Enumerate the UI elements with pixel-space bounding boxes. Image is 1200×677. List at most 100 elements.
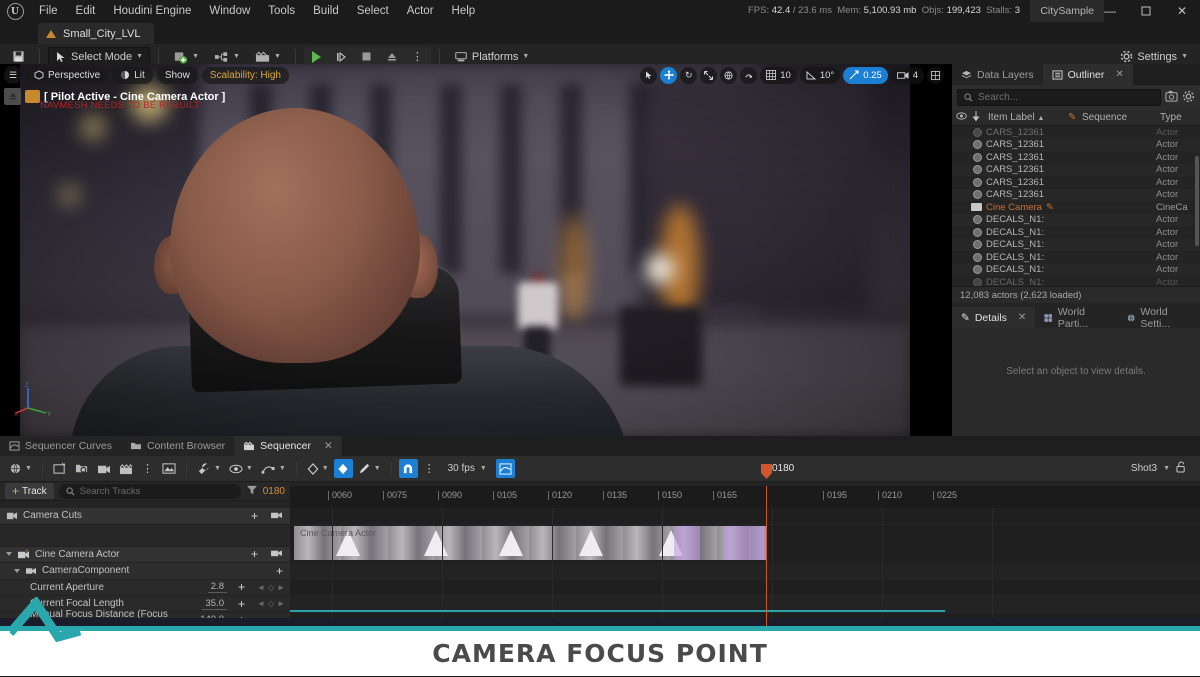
menu-edit[interactable]: Edit <box>67 0 105 22</box>
menu-build[interactable]: Build <box>304 0 348 22</box>
eject-pilot-button[interactable] <box>4 88 21 105</box>
list-item[interactable]: CARS_12361 Actor <box>952 151 1200 164</box>
menu-tools[interactable]: Tools <box>259 0 304 22</box>
actions-wrench-button[interactable]: ▼ <box>194 459 224 478</box>
column-item-label[interactable]: Item Label ▲ <box>984 112 1064 123</box>
list-item[interactable]: CARS_12361 Actor <box>952 164 1200 177</box>
track-camera-component[interactable]: CameraComponent + <box>0 563 290 580</box>
track-value[interactable]: 35.0 <box>202 598 227 610</box>
filter-icon[interactable] <box>246 485 258 498</box>
tab-sequencer-curves[interactable]: Sequencer Curves <box>0 436 121 456</box>
move-tool-icon[interactable] <box>660 67 677 84</box>
timeline-ruler[interactable]: 0060 0075 0090 0105 0120 0135 0150 0165 … <box>290 486 1200 508</box>
list-item-cine-camera[interactable]: Cine Camera ✎ CineCa <box>952 201 1200 214</box>
menu-actor[interactable]: Actor <box>398 0 443 22</box>
outliner-scrollbar[interactable] <box>1195 156 1199 246</box>
level-viewport[interactable]: ☰ Perspective Lit Show Scalability: High <box>0 64 952 436</box>
camera-speed-group[interactable]: 4 <box>891 67 924 84</box>
auto-key-button[interactable] <box>334 459 353 478</box>
list-item[interactable]: DECALS_N1: Actor <box>952 251 1200 264</box>
sequencer-options-button[interactable]: ⋮ <box>138 459 157 478</box>
scale-snap-group[interactable]: 0.25 <box>843 67 888 84</box>
track-cine-camera-actor[interactable]: Cine Camera Actor + <box>0 547 290 564</box>
menu-file[interactable]: File <box>30 0 67 22</box>
list-item[interactable]: DECALS_N1: Actor <box>952 226 1200 239</box>
list-item[interactable]: DECALS_N1: Actor <box>952 239 1200 252</box>
menu-select[interactable]: Select <box>348 0 398 22</box>
level-tab[interactable]: Small_City_LVL <box>38 23 154 44</box>
list-item[interactable]: CARS_12361 Actor <box>952 189 1200 202</box>
outliner-search-input[interactable]: Search... <box>957 89 1161 106</box>
snap-options-button[interactable]: ⋮ <box>420 459 439 478</box>
menu-window[interactable]: Window <box>200 0 259 22</box>
menu-help[interactable]: Help <box>443 0 485 22</box>
lock-open-icon[interactable] <box>1176 461 1186 476</box>
tab-content-browser[interactable]: Content Browser <box>121 436 234 456</box>
find-in-content-browser-button[interactable] <box>72 459 92 478</box>
add-property-icon[interactable]: + <box>276 564 283 578</box>
lit-button[interactable]: Lit <box>112 67 153 84</box>
shot-label[interactable]: Shot3 <box>1131 463 1157 474</box>
key-navigation[interactable]: ◄◇► <box>257 583 285 592</box>
viewport-layout-icon[interactable] <box>927 67 944 84</box>
list-item[interactable]: DECALS_N1: Actor <box>952 214 1200 227</box>
list-item[interactable]: DECALS_N1: Actor <box>952 264 1200 277</box>
grid-snap-group[interactable]: 10 <box>760 67 797 84</box>
scalability-button[interactable]: Scalability: High <box>202 67 289 84</box>
close-outliner-icon[interactable]: ✕ <box>1115 69 1123 80</box>
playhead[interactable]: 0180 <box>766 486 767 626</box>
add-camera-cut-icon[interactable]: + <box>251 509 258 523</box>
visibility-column-icon[interactable] <box>952 112 968 123</box>
current-frame-value[interactable]: 0180 <box>263 486 285 497</box>
track-camera-icon[interactable] <box>270 547 283 561</box>
close-sequencer-icon[interactable]: ✕ <box>324 440 333 452</box>
surface-snap-icon[interactable] <box>740 67 757 84</box>
render-movie-button[interactable] <box>159 459 179 478</box>
curve-editor-button[interactable] <box>496 459 515 478</box>
unreal-logo-icon[interactable]: U <box>0 0 30 22</box>
fps-dropdown[interactable]: 30 fps ▼ <box>441 459 494 478</box>
camera-cut-button[interactable] <box>94 459 114 478</box>
show-button[interactable]: Show <box>157 67 198 84</box>
select-tool-icon[interactable] <box>640 67 657 84</box>
close-details-icon[interactable]: ✕ <box>1018 312 1026 323</box>
outliner-save-icon[interactable] <box>1165 90 1178 105</box>
add-key-icon[interactable]: + <box>238 580 245 594</box>
minimize-button[interactable]: — <box>1092 0 1128 22</box>
outliner-list[interactable]: CARS_12361 Actor CARS_12361 Actor CARS_1… <box>952 126 1200 286</box>
hamburger-icon[interactable]: ☰ <box>4 66 22 84</box>
column-sequence[interactable]: Sequence <box>1078 112 1156 123</box>
tab-data-layers[interactable]: Data Layers <box>952 64 1043 85</box>
list-item[interactable]: DECALS_N1: Actor <box>952 276 1200 286</box>
add-track-icon[interactable]: + <box>251 547 258 561</box>
clapperboard-button[interactable] <box>116 459 136 478</box>
tab-details[interactable]: ✎ Details ✕ <box>952 307 1035 328</box>
key-area-button[interactable]: ▼ <box>304 459 332 478</box>
track-value[interactable]: 2.8 <box>208 581 227 593</box>
outliner-settings-gear-icon[interactable] <box>1182 90 1195 106</box>
list-item[interactable]: CARS_12361 Actor <box>952 176 1200 189</box>
track-current-aperture[interactable]: Current Aperture 2.8 + ◄◇► <box>0 580 290 597</box>
column-type[interactable]: Type <box>1156 112 1200 123</box>
maximize-button[interactable] <box>1128 0 1164 22</box>
angle-snap-group[interactable]: 10° <box>800 67 840 84</box>
snap-magnet-button[interactable] <box>399 459 418 478</box>
tab-sequencer[interactable]: Sequencer ✕ <box>234 436 342 456</box>
track-camera-cuts[interactable]: Camera Cuts + <box>0 508 290 525</box>
world-space-icon[interactable] <box>720 67 737 84</box>
expand-arrow-icon-2[interactable] <box>14 569 20 573</box>
timeline-area[interactable]: 0060 0075 0090 0105 0120 0135 0150 0165 … <box>290 508 1200 626</box>
add-key-icon-2[interactable]: + <box>238 597 245 611</box>
tab-outliner[interactable]: Outliner ✕ <box>1043 64 1133 85</box>
add-track-button[interactable]: + Track <box>5 483 54 499</box>
world-sequence-icon[interactable]: ▼ <box>6 459 35 478</box>
camera-cut-options-icon[interactable] <box>270 509 283 523</box>
pin-column-icon[interactable] <box>968 111 984 124</box>
edit-key-button[interactable]: ▼ <box>355 459 384 478</box>
scale-tool-icon[interactable] <box>700 67 717 84</box>
tab-world-partition[interactable]: World Parti... <box>1035 307 1118 328</box>
expand-arrow-icon[interactable] <box>6 552 12 556</box>
track-search-input[interactable]: Search Tracks <box>59 484 241 499</box>
list-item[interactable]: CARS_12361 Actor <box>952 139 1200 152</box>
menu-houdini-engine[interactable]: Houdini Engine <box>104 0 200 22</box>
